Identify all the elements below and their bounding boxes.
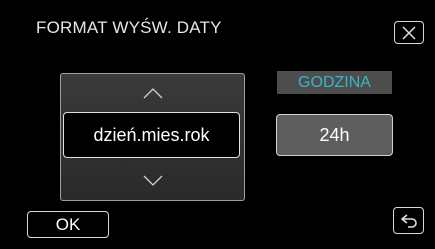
time-format-label: GODZINA: [277, 71, 392, 94]
date-format-spinner: dzień.mies.rok: [60, 73, 245, 201]
return-icon: [400, 213, 417, 228]
date-format-up-button[interactable]: [61, 74, 244, 112]
back-button[interactable]: [393, 207, 424, 234]
close-icon: [402, 25, 416, 40]
chevron-up-icon: [143, 88, 162, 99]
time-format-button[interactable]: 24h: [276, 114, 393, 156]
chevron-down-icon: [143, 175, 162, 186]
date-format-down-button[interactable]: [61, 162, 244, 200]
date-format-value[interactable]: dzień.mies.rok: [63, 112, 240, 158]
close-button[interactable]: [394, 21, 424, 44]
ok-button[interactable]: OK: [27, 211, 109, 238]
page-title: FORMAT WYŚW. DATY: [36, 18, 222, 37]
